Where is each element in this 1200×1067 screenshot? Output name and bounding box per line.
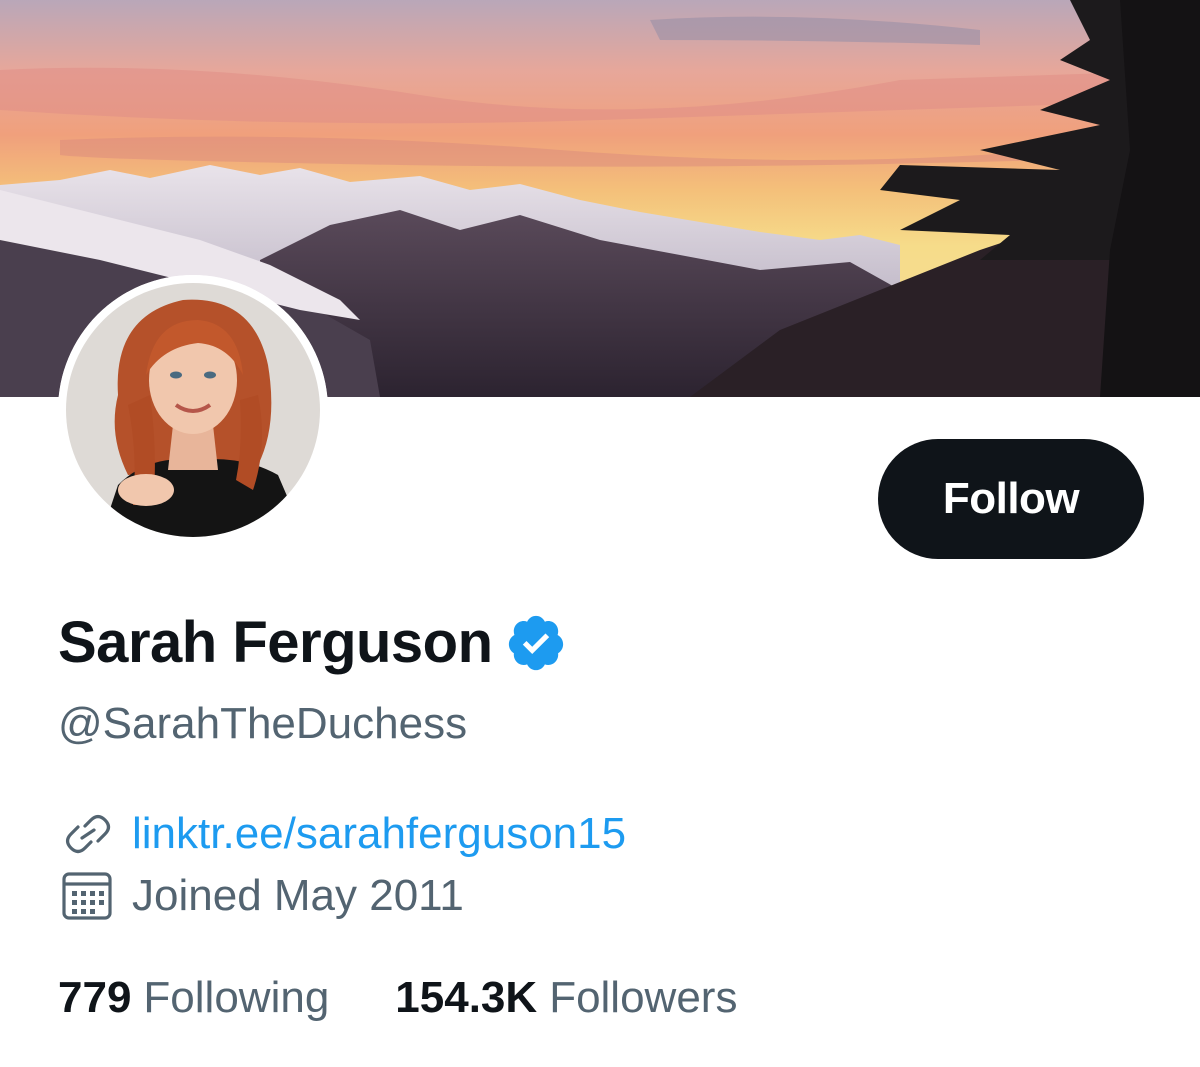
profile-joined-date: Joined May 2011: [132, 871, 464, 920]
following-count: 779: [58, 973, 132, 1022]
followers-count: 154.3K: [395, 973, 538, 1022]
profile-website-link[interactable]: linktr.ee/sarahferguson15: [132, 812, 626, 856]
following-label: Following: [143, 973, 330, 1022]
profile-name-row: Sarah Ferguson: [58, 612, 567, 674]
profile-website-row: linktr.ee/sarahferguson15: [58, 808, 626, 860]
follow-button[interactable]: Follow: [878, 439, 1144, 559]
verified-badge-icon[interactable]: [505, 612, 567, 674]
profile-display-name: Sarah Ferguson: [58, 610, 493, 675]
profile-avatar[interactable]: [58, 275, 328, 545]
followers-label: Followers: [549, 973, 738, 1022]
profile-stats: 779 Following 154.3K Followers: [58, 976, 737, 1020]
profile-handle: @SarahTheDuchess: [58, 699, 468, 748]
calendar-icon: [58, 870, 118, 922]
profile-page: Follow Sarah Ferguson @SarahTheDuchess l…: [0, 0, 1200, 1067]
followers-stat-link[interactable]: 154.3K Followers: [395, 976, 737, 1020]
profile-joined-row: Joined May 2011: [58, 870, 464, 922]
link-icon: [58, 808, 118, 860]
following-stat-link[interactable]: 779 Following: [58, 976, 329, 1020]
